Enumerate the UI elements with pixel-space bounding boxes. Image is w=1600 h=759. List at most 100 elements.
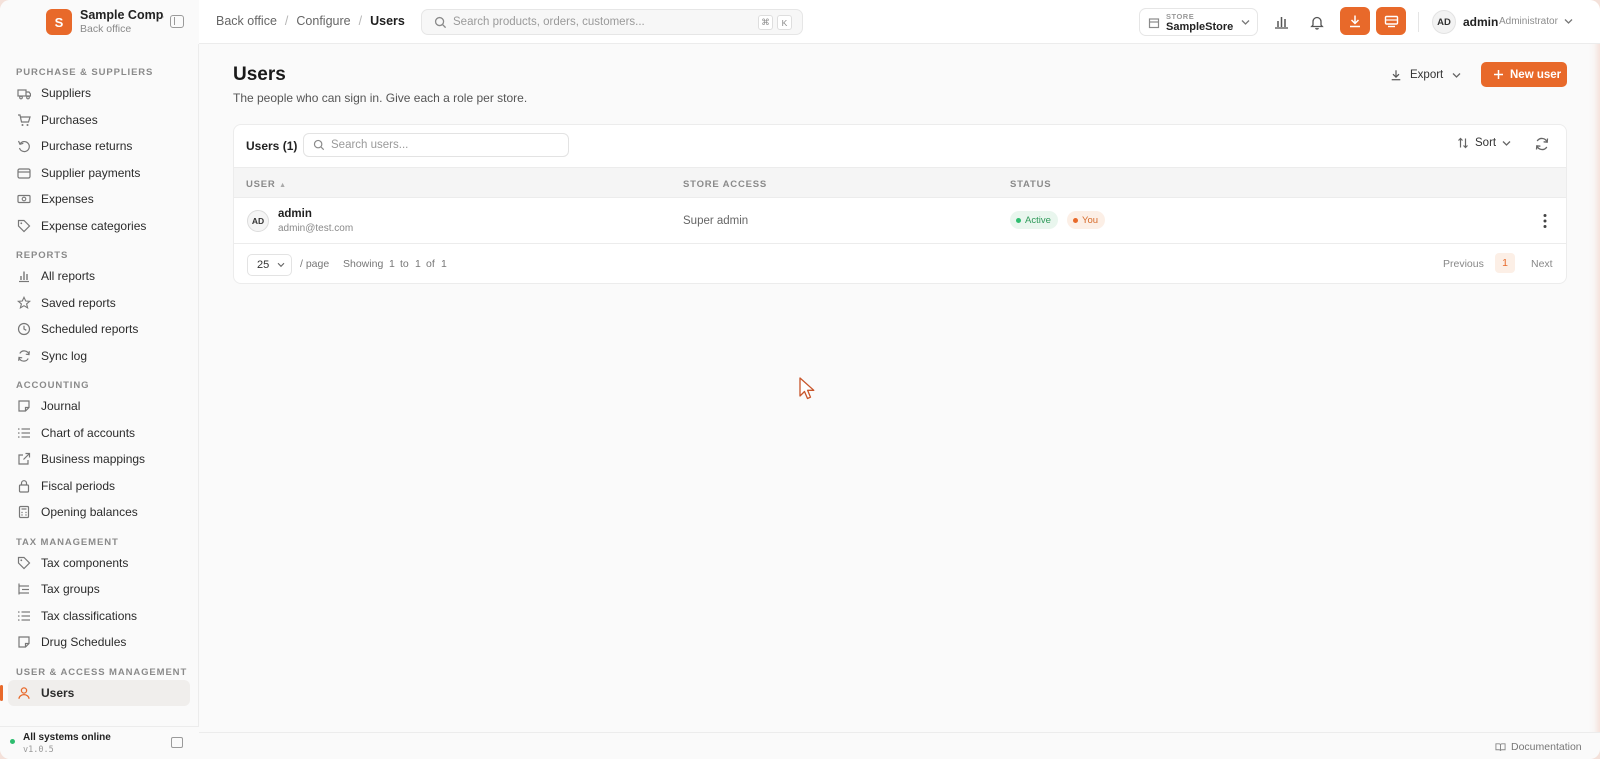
showing-from: 1: [389, 258, 395, 270]
store-selector[interactable]: STORE SampleStore: [1139, 8, 1258, 36]
sidebar-item-all-reports[interactable]: All reports: [8, 263, 190, 289]
sidebar-item-purchase-returns[interactable]: Purchase returns: [8, 133, 190, 159]
sidebar-item-tax-components[interactable]: Tax components: [8, 550, 190, 576]
sidebar-footer: All systems online v1.0.5: [0, 726, 199, 759]
sidebar-item-saved-reports[interactable]: Saved reports: [8, 290, 190, 316]
topbar: Back office / Configure / Users Search p…: [199, 0, 1600, 44]
sidebar: Purchase & Suppliers Suppliers Purchases Pu…: [0, 0, 199, 759]
sidebar-item-purchases[interactable]: Purchases: [8, 107, 190, 133]
global-search-input[interactable]: Search products, orders, customers... ⌘ …: [421, 9, 803, 35]
plus-icon: [1494, 70, 1503, 79]
lock-icon: [17, 479, 31, 493]
column-header-status[interactable]: STATUS: [1010, 179, 1051, 190]
user-search-input[interactable]: Search users...: [303, 133, 569, 157]
chevron-down-icon: [1241, 20, 1250, 25]
breadcrumb-users: Users: [370, 14, 405, 28]
star-icon: [17, 295, 31, 310]
sidebar-item-sync-log[interactable]: Sync log: [8, 343, 190, 369]
new-user-button[interactable]: New user: [1481, 62, 1567, 87]
current-user-role: Administrator: [1499, 16, 1558, 27]
download-icon: [1391, 70, 1401, 81]
breadcrumb-back-office[interactable]: Back office: [216, 14, 277, 28]
sidebar-item-tax-classifications[interactable]: Tax classifications: [8, 603, 190, 629]
sidebar-item-supplier-payments[interactable]: Supplier payments: [8, 160, 190, 186]
table-row[interactable]: AD admin admin@test.com Super admin Acti…: [234, 198, 1566, 244]
app-window: Purchase & Suppliers Suppliers Purchases Pu…: [0, 0, 1600, 759]
chart-icon: [17, 269, 31, 283]
current-user-name[interactable]: admin: [1463, 15, 1498, 29]
sidebar-item-drug-schedules[interactable]: Drug Schedules: [8, 629, 190, 655]
collapse-sidebar-icon[interactable]: [170, 15, 184, 28]
shortcut-key-k: K: [777, 15, 792, 30]
sidebar-item-expenses[interactable]: Expenses: [8, 186, 190, 212]
sidebar-nav[interactable]: Purchase & Suppliers Suppliers Purchases Pu…: [0, 44, 199, 726]
system-status: All systems online: [23, 732, 111, 743]
column-header-user[interactable]: USER ▲: [246, 179, 287, 190]
list-icon: [17, 609, 31, 623]
sort-icon: [1458, 137, 1468, 149]
users-table-card: Users (1) Search users... Sort USER ▲ ST…: [233, 124, 1567, 284]
sidebar-item-label: Opening balances: [41, 505, 138, 519]
notifications-button[interactable]: [1305, 10, 1329, 34]
status-badge: Active: [1010, 211, 1058, 229]
page-size-select[interactable]: 25: [247, 254, 292, 276]
page-number-button[interactable]: 1: [1495, 253, 1515, 273]
install-app-button[interactable]: [1340, 7, 1370, 35]
table-header: USER ▲ STORE ACCESS STATUS: [234, 167, 1566, 198]
user-name[interactable]: admin: [278, 208, 312, 220]
sidebar-item-label: Scheduled reports: [41, 322, 139, 336]
search-icon: [434, 16, 447, 29]
refresh-icon[interactable]: [1534, 136, 1550, 152]
app-version: v1.0.5: [23, 745, 54, 755]
next-page-button[interactable]: Next: [1531, 258, 1553, 270]
sort-button[interactable]: Sort: [1457, 137, 1511, 149]
refresh-icon: [17, 349, 31, 363]
chevron-down-icon[interactable]: [1564, 18, 1573, 25]
sidebar-item-label: Tax classifications: [41, 608, 138, 623]
new-user-label: New user: [1510, 68, 1562, 81]
sidebar-item-label: Suppliers: [41, 86, 92, 100]
documentation-link[interactable]: Documentation: [1495, 741, 1582, 753]
page-title: Users: [233, 64, 286, 85]
sidebar-item-chart-of-accounts[interactable]: Chart of accounts: [8, 420, 190, 446]
truck-icon: [17, 86, 31, 100]
column-header-store-access[interactable]: STORE ACCESS: [683, 179, 767, 190]
store-icon: [1148, 18, 1160, 29]
more-vertical-icon[interactable]: [1540, 212, 1550, 230]
brand-header[interactable]: S Sample Company Back office: [0, 0, 199, 44]
sidebar-item-fiscal-periods[interactable]: Fiscal periods: [8, 473, 190, 499]
sidebar-item-scheduled-reports[interactable]: Scheduled reports: [8, 316, 190, 342]
nav-group-title: User & Access Management: [16, 666, 188, 678]
company-name: Sample Company: [80, 8, 164, 22]
sidebar-item-label: Sync log: [41, 348, 88, 363]
sort-asc-icon: ▲: [279, 182, 287, 189]
calculator-icon: [17, 505, 31, 519]
breadcrumb-configure[interactable]: Configure: [296, 14, 350, 28]
sort-label: Sort: [1475, 137, 1497, 149]
export-button[interactable]: Export: [1390, 64, 1470, 86]
sidebar-item-label: All reports: [41, 269, 96, 283]
chevron-down-icon: [1502, 140, 1511, 146]
monitor-icon: [1384, 15, 1398, 27]
panel-toggle-icon[interactable]: [171, 737, 183, 748]
showing-of-word: of: [426, 258, 435, 270]
sidebar-item-business-mappings[interactable]: Business mappings: [8, 446, 190, 472]
sidebar-item-label: Purchase returns: [41, 139, 133, 153]
avatar[interactable]: AD: [1432, 10, 1456, 34]
analytics-button[interactable]: [1269, 10, 1293, 34]
sidebar-item-journal[interactable]: Journal: [8, 393, 190, 419]
page-size-value: 25: [257, 259, 270, 271]
sidebar-item-partial: [8, 44, 190, 52]
nav-group-title: Tax management: [16, 536, 119, 548]
per-page-label: / page: [300, 258, 330, 270]
nav-group-title: Purchase & Suppliers: [16, 67, 154, 78]
sidebar-item-label: Drug Schedules: [41, 635, 127, 649]
sidebar-item-tax-groups[interactable]: Tax groups: [8, 576, 190, 602]
sidebar-item-suppliers[interactable]: Suppliers: [8, 80, 190, 106]
sidebar-item-users[interactable]: Users: [0, 679, 190, 706]
sidebar-item-expense-categories[interactable]: Expense categories: [8, 213, 190, 239]
sidebar-item-opening-balances[interactable]: Opening balances: [8, 499, 190, 525]
pos-terminal-button[interactable]: [1376, 7, 1406, 35]
page-subtitle: The people who can sign in. Give each a …: [233, 91, 528, 105]
previous-page-button[interactable]: Previous: [1443, 258, 1484, 270]
